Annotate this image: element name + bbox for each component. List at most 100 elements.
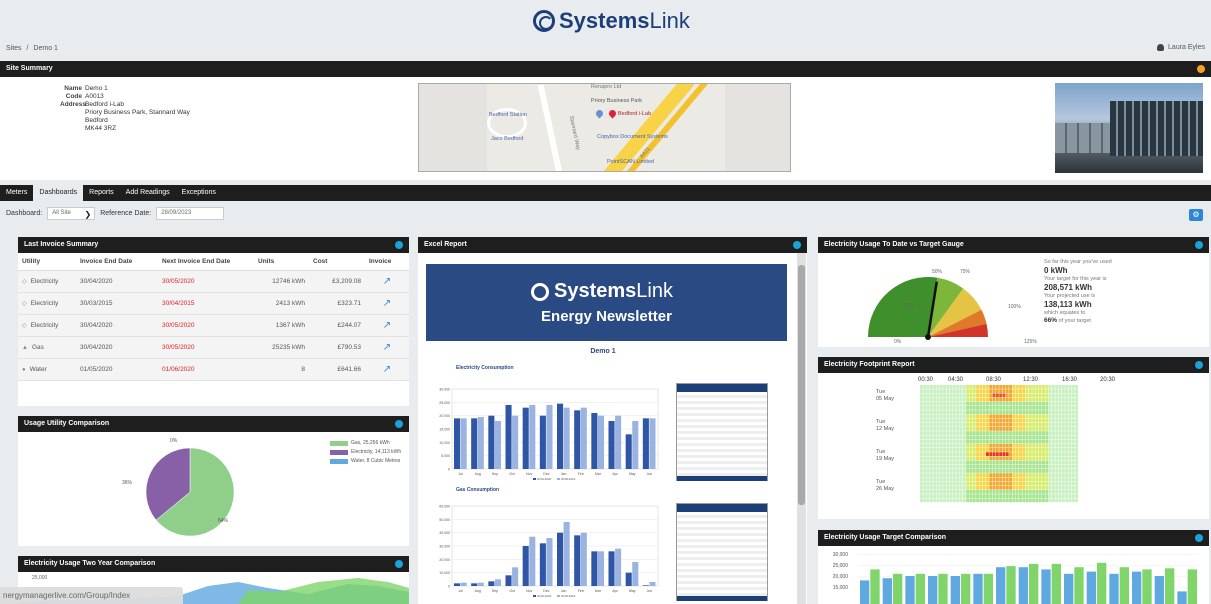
- heatmap-cell: [1045, 448, 1049, 452]
- external-link-icon[interactable]: ↗: [383, 320, 391, 331]
- heatmap-cell: [962, 414, 966, 419]
- tab-exceptions[interactable]: Exceptions: [176, 185, 222, 201]
- heatmap-cell: [1022, 431, 1026, 435]
- excel-report-content[interactable]: Systems Link Energy Newsletter Demo 1 El…: [418, 253, 807, 604]
- two-year-refresh-icon[interactable]: [395, 560, 403, 568]
- excel-report-refresh-icon[interactable]: [793, 241, 801, 249]
- heatmap-cell: [1065, 422, 1069, 427]
- heatmap-cell: [1045, 418, 1049, 423]
- tab-reports[interactable]: Reports: [83, 185, 120, 201]
- systemslink-logo[interactable]: Systems Link: [533, 8, 690, 34]
- invoice-refresh-icon[interactable]: [395, 241, 403, 249]
- heatmap-cell: [1071, 422, 1075, 427]
- dashboard-select[interactable]: All Site ❯: [47, 207, 96, 220]
- heatmap-cell: [1045, 439, 1049, 444]
- heatmap-cell: [1042, 443, 1045, 448]
- heatmap-cell: [1065, 431, 1069, 435]
- map-canvas[interactable]: Renapro Ltd Priory Business Park Bedford…: [487, 84, 725, 171]
- heatmap-cell: [1028, 490, 1032, 494]
- heatmap-cell: [949, 485, 953, 490]
- legend-electricity[interactable]: Electricity, 14,113 kWh: [330, 449, 401, 455]
- heatmap-cell: [1068, 414, 1072, 419]
- heatmap-cell: [1022, 448, 1026, 452]
- external-link-icon[interactable]: ↗: [383, 298, 391, 309]
- heatmap-cell: [972, 498, 976, 503]
- footprint-refresh-icon[interactable]: [1195, 361, 1203, 369]
- heatmap-cell: [1009, 427, 1012, 431]
- heatmap-cell: [989, 393, 993, 398]
- heatmap-cell: [923, 448, 927, 452]
- bar: [460, 582, 467, 586]
- heatmap-cell: [999, 401, 1003, 406]
- external-link-icon[interactable]: ↗: [383, 276, 391, 287]
- heatmap-cell: [1045, 443, 1049, 448]
- location-pin-icon[interactable]: [607, 108, 618, 119]
- heatmap-cell: [929, 448, 933, 452]
- heatmap-cell: [982, 414, 986, 419]
- heatmap-cell: [1052, 481, 1055, 486]
- heatmap-cell: [1065, 481, 1069, 486]
- heatmap-cell: [989, 427, 993, 431]
- heatmap-cell: [949, 490, 953, 494]
- heatmap-cell: [956, 485, 960, 490]
- external-link-icon[interactable]: ↗: [383, 364, 391, 375]
- external-link-icon[interactable]: ↗: [383, 342, 391, 353]
- heatmap-cell: [929, 439, 933, 444]
- reference-date-input[interactable]: 28/09/2023: [156, 207, 225, 220]
- target-comparison-panel: Electricity Usage Target Comparison 30,0…: [818, 530, 1209, 604]
- heatmap-cell: [956, 393, 960, 398]
- site-summary-status-icon[interactable]: [1197, 65, 1205, 73]
- site-photo: [1055, 83, 1203, 173]
- heatmap-cell: [1075, 414, 1078, 419]
- heatmap-cell: [1009, 464, 1012, 469]
- heatmap-cell: [979, 401, 983, 406]
- heatmap-cell: [989, 385, 993, 389]
- gauge-refresh-icon[interactable]: [1195, 241, 1203, 249]
- target-comparison-refresh-icon[interactable]: [1195, 534, 1203, 542]
- breadcrumb-sites[interactable]: Sites: [6, 45, 22, 52]
- heatmap-cell: [936, 490, 940, 494]
- heatmap-cell: [1005, 477, 1009, 482]
- excel-report-scrollbar[interactable]: [797, 253, 806, 604]
- heatmap-cell: [1015, 397, 1019, 402]
- heatmap-cell: [920, 490, 923, 494]
- heatmap-cell: [1055, 473, 1059, 477]
- heatmap-cell: [1065, 397, 1069, 402]
- heatmap-cell: [1065, 385, 1069, 389]
- heatmap-cell: [992, 439, 996, 444]
- user-menu[interactable]: Laura Eyles: [1157, 44, 1205, 51]
- heatmap-cell: [976, 414, 979, 419]
- heatmap-cell: [936, 456, 940, 461]
- heatmap-cell: [1028, 422, 1032, 427]
- usage-comparison-refresh-icon[interactable]: [395, 420, 403, 428]
- heatmap-cell: [979, 422, 983, 427]
- heatmap-cell: [1068, 435, 1072, 440]
- heatmap-cell: [926, 452, 930, 456]
- bar: [1165, 568, 1175, 604]
- heatmap-cell: [1058, 494, 1062, 498]
- heatmap-cell: [1075, 448, 1078, 452]
- heatmap-cell: [1012, 477, 1016, 482]
- scroll-thumb[interactable]: [798, 265, 805, 505]
- heatmap-cell: [1065, 410, 1069, 414]
- heatmap-cell: [986, 389, 989, 393]
- heatmap-cell: [1022, 485, 1026, 490]
- footprint-time-label: 12:30: [1023, 377, 1039, 383]
- tab-meters[interactable]: Meters: [0, 185, 33, 201]
- heatmap-cell: [1019, 410, 1022, 414]
- site-map[interactable]: Renapro Ltd Priory Business Park Bedford…: [418, 83, 791, 172]
- dashboard-settings-button[interactable]: ⚙: [1189, 209, 1203, 221]
- heatmap-cell: [979, 477, 983, 482]
- tab-dashboards[interactable]: Dashboards: [33, 185, 84, 201]
- heatmap-cell: [1058, 414, 1062, 419]
- heatmap-cell: [1042, 385, 1045, 389]
- legend-water[interactable]: Water, 8 Cubic Metres: [330, 458, 401, 464]
- heatmap-cell: [1022, 477, 1026, 482]
- heatmap-cell: [1025, 385, 1029, 389]
- tab-add-readings[interactable]: Add Readings: [120, 185, 176, 201]
- legend-gas[interactable]: Gas, 25,256 kWh: [330, 440, 401, 446]
- heatmap-cell: [1022, 422, 1026, 427]
- heatmap-cell: [1035, 460, 1039, 465]
- heatmap-cell: [979, 414, 983, 419]
- footprint-day-axis: Tue 05 May Tue 12 May Tue 19 May Tue 26 May: [818, 385, 918, 515]
